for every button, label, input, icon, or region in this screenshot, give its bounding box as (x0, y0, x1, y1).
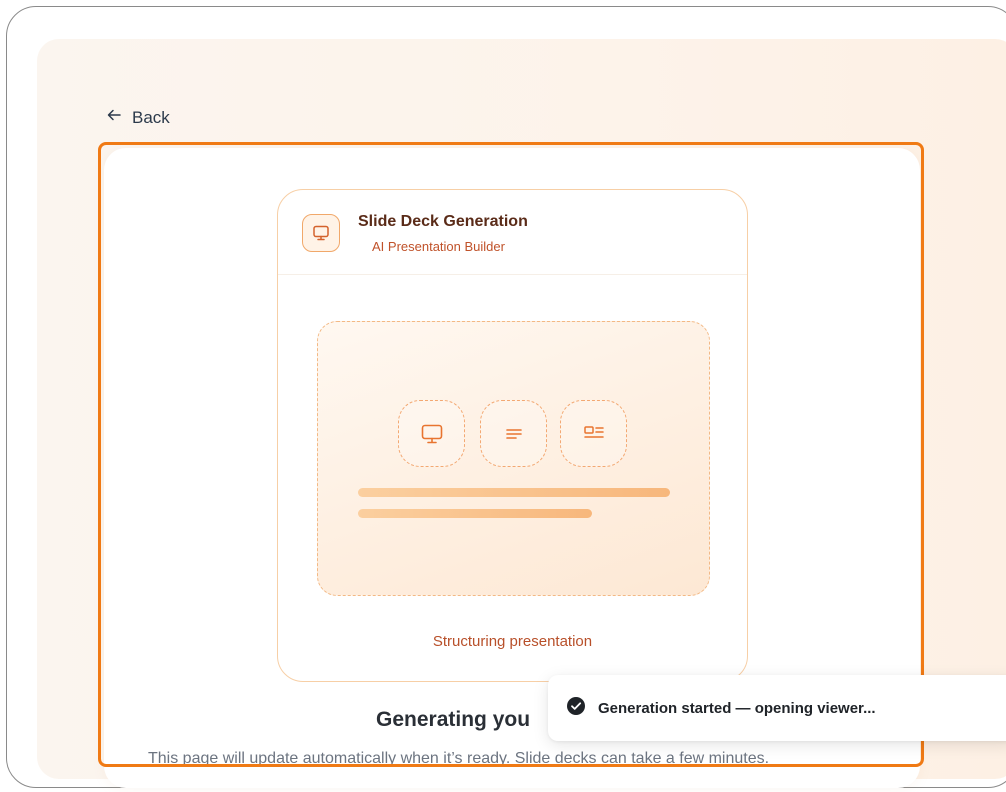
toast-notification: Generation started — opening viewer... (548, 675, 1006, 741)
card-title: Slide Deck Generation (358, 213, 528, 230)
arrow-left-icon (106, 107, 122, 128)
page-description: This page will update automatically when… (148, 750, 770, 767)
progress-bar-short (358, 509, 592, 518)
layout-icon (560, 400, 627, 467)
slide-preview (317, 321, 710, 596)
progress-bar-long (358, 488, 670, 497)
check-circle-icon (566, 696, 586, 721)
back-button[interactable]: Back (106, 107, 170, 128)
text-lines-icon (480, 400, 547, 467)
card-subtitle: AI Presentation Builder (372, 239, 505, 254)
back-label: Back (132, 107, 170, 127)
card-header: Slide Deck Generation AI Presentation Bu… (278, 190, 747, 275)
monitor-icon (302, 214, 340, 252)
generation-status: Structuring presentation (432, 633, 593, 650)
page-heading: Generating you (376, 708, 531, 731)
toast-message: Generation started — opening viewer... (598, 699, 876, 717)
generation-card: Slide Deck Generation AI Presentation Bu… (277, 189, 748, 682)
monitor-icon (398, 400, 465, 467)
